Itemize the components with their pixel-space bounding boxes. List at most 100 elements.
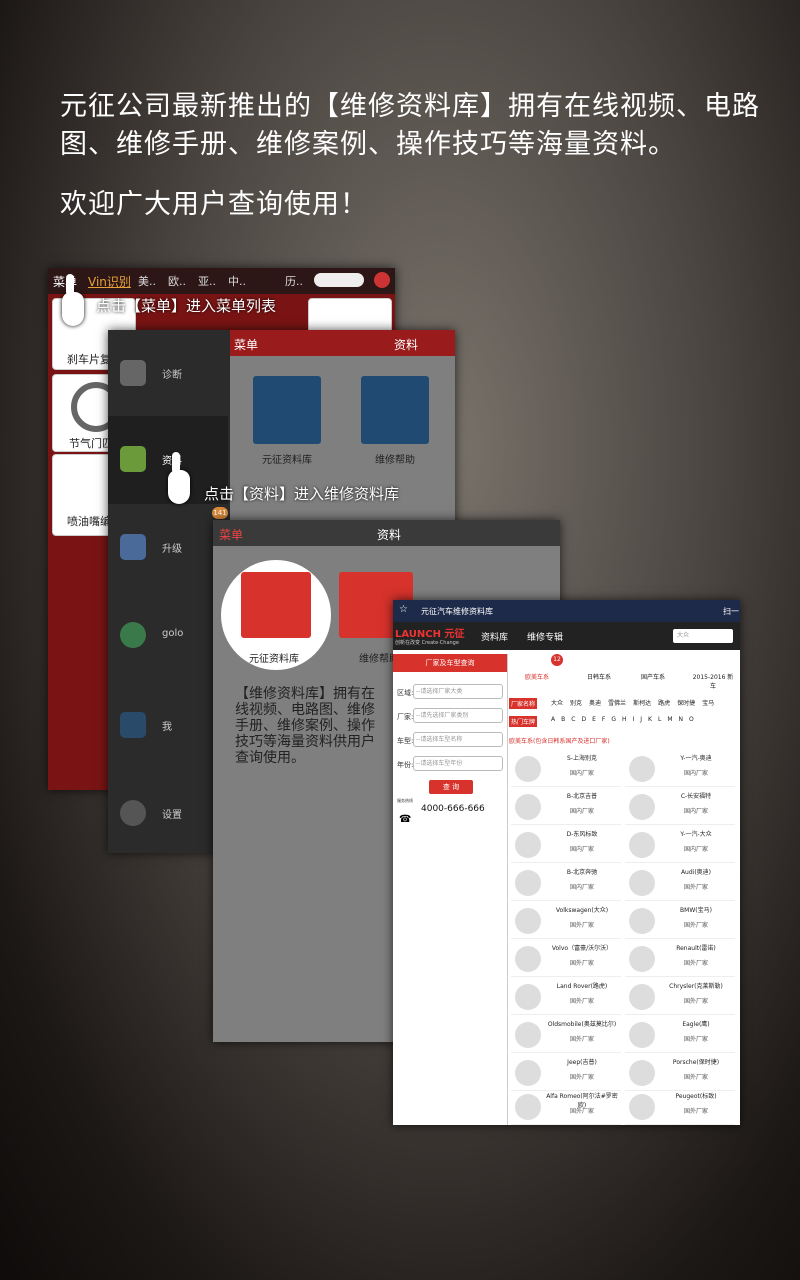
letter-link[interactable]: D (581, 716, 586, 723)
brand-item[interactable]: S-上海别克 国内厂家 (511, 750, 621, 787)
brand-logo-icon (515, 794, 541, 820)
letter-link[interactable]: O (689, 716, 694, 723)
tab-europe[interactable]: 欧.. (168, 273, 186, 289)
cat-jpkr[interactable]: 日韩车系 (587, 672, 611, 681)
brand-item[interactable]: D-东风标致 国内厂家 (511, 826, 621, 863)
cat-domestic[interactable]: 国产车系 (641, 672, 665, 681)
tab-china[interactable]: 中.. (228, 273, 246, 289)
letter-link[interactable]: N (679, 716, 684, 723)
brand-item[interactable]: Y-一汽-大众 国内厂家 (625, 826, 735, 863)
maker-link[interactable]: 雪佛兰 (608, 698, 626, 707)
star-icon[interactable]: ☆ (399, 604, 408, 615)
brand-item[interactable]: Volkswagen(大众) 国外厂家 (511, 902, 621, 939)
brand-item[interactable]: Chrysler(克莱斯勒) 国外厂家 (625, 978, 735, 1015)
letter-link[interactable]: I (632, 716, 634, 723)
letter-link[interactable]: M (667, 716, 672, 723)
brand-item[interactable]: Porsche(保时捷) 国外厂家 (625, 1054, 735, 1091)
brand-logo-icon (515, 756, 541, 782)
letter-link[interactable]: G (611, 716, 616, 723)
help-icon[interactable] (361, 376, 429, 444)
maker-link[interactable]: 别克 (570, 698, 582, 707)
brand-item[interactable]: Y-一汽-奥迪 国内厂家 (625, 750, 735, 787)
brand-logo-icon (629, 908, 655, 934)
menu-button[interactable]: 菜单 (219, 526, 243, 543)
logo-icon (374, 272, 390, 288)
letter-link[interactable]: K (648, 716, 652, 723)
site-slogan: 创新在改变 Create·Change (395, 640, 459, 646)
brand-logo-icon (629, 984, 655, 1010)
brand-logo-icon (515, 1060, 541, 1086)
brand-item[interactable]: C-长安福特 国内厂家 (625, 788, 735, 825)
brand-item[interactable]: Audi(奥迪) 国外厂家 (625, 864, 735, 901)
model-select[interactable]: --请选择车型名称 (413, 732, 503, 747)
tab-title[interactable]: 元征汽车维修资料库 (421, 606, 493, 617)
letter-index: A B C D E F G H I J K L M N O (551, 716, 740, 723)
maker-link[interactable]: 路虎 (658, 698, 670, 707)
tab-america[interactable]: 美.. (138, 273, 156, 289)
nav-database[interactable]: 资料库 (481, 630, 508, 643)
menu-item-golo[interactable]: golo (108, 592, 228, 680)
nav-album[interactable]: 维修专辑 (527, 630, 563, 643)
page-title: 资料 (394, 338, 419, 352)
cat-new[interactable]: 2015-2016 新车 (691, 672, 735, 690)
brand-item[interactable]: Eagle(鹰) 国外厂家 (625, 1016, 735, 1053)
brand-logo-icon (629, 1094, 655, 1120)
brand-logo-icon (629, 832, 655, 858)
brand-logo-icon (629, 794, 655, 820)
launch-database-icon[interactable] (253, 376, 321, 444)
maker-label: 厂家名称 (509, 698, 538, 709)
tab-vin[interactable]: Vin识别 (88, 273, 131, 290)
brand-item[interactable]: Oldsmobile(奥兹莫比尔) 国外厂家 (511, 1016, 621, 1053)
search-input[interactable] (314, 273, 364, 287)
menu-button[interactable]: 菜单 (234, 336, 258, 353)
brand-item[interactable]: Renault(雷诺) 国外厂家 (625, 940, 735, 977)
letter-link[interactable]: E (592, 716, 596, 723)
brand-item[interactable]: B-北京奔驰 国内厂家 (511, 864, 621, 901)
letter-link[interactable]: B (561, 716, 565, 723)
menu-item-upgrade[interactable]: 升级 (108, 504, 228, 592)
icon-label-database: 元征资料库 (249, 654, 299, 665)
menu-item-settings[interactable]: 设置 (108, 770, 228, 853)
brand-logo-icon (515, 908, 541, 934)
brand-item[interactable]: Volvo（富豪/沃尔沃） 国外厂家 (511, 940, 621, 977)
brand-item[interactable]: B-北京吉普 国内厂家 (511, 788, 621, 825)
scan-button[interactable]: 扫一 (723, 606, 739, 617)
letter-link[interactable]: J (640, 716, 642, 723)
maker-select[interactable]: --请先选择厂家类别 (413, 708, 503, 723)
maker-link[interactable]: 大众 (551, 698, 563, 707)
letter-link[interactable]: A (551, 716, 555, 723)
section-title: 欧美车系(包含日韩系国产及进口厂家) (509, 738, 610, 745)
launch-database-icon[interactable] (241, 572, 311, 638)
field-maker: 厂家: --请先选择厂家类别 (397, 708, 503, 723)
brand-item[interactable]: Jeep(吉普) 国外厂家 (511, 1054, 621, 1091)
brand-logo-icon (515, 832, 541, 858)
year-select[interactable]: --请选择车型年份 (413, 756, 503, 771)
tab-history[interactable]: 历.. (285, 273, 303, 289)
cat-euro[interactable]: 欧美车系 (525, 672, 549, 681)
region-select[interactable]: --请选择厂家大类 (413, 684, 503, 699)
query-button[interactable]: 查 询 (429, 780, 473, 794)
maker-link[interactable]: 宝马 (702, 698, 714, 707)
letter-link[interactable]: L (658, 716, 661, 723)
maker-link[interactable]: 保时捷 (677, 698, 695, 707)
brand-item[interactable]: Peugeot(标致) 国外厂家 (625, 1088, 735, 1125)
maker-link[interactable]: 奥迪 (589, 698, 601, 707)
icon-label-database: 元征资料库 (262, 455, 312, 466)
brand-logo-icon (515, 870, 541, 896)
menu-item-diagnose[interactable]: 诊断 (108, 330, 228, 418)
letter-link[interactable]: H (622, 716, 627, 723)
site-search-input[interactable]: 大众 (673, 629, 733, 643)
brand-logo-icon (515, 946, 541, 972)
brand-item[interactable]: Land Rover(路虎) 国外厂家 (511, 978, 621, 1015)
brand-item[interactable]: BMW(宝马) 国外厂家 (625, 902, 735, 939)
menu-item-me[interactable]: 我 (108, 682, 228, 770)
page-title: 资料 (377, 528, 402, 542)
brand-logo-icon (515, 1094, 541, 1120)
tab-asia[interactable]: 亚.. (198, 273, 216, 289)
maker-link[interactable]: 斯柯达 (633, 698, 651, 707)
letter-link[interactable]: C (571, 716, 575, 723)
letter-link[interactable]: F (602, 716, 605, 723)
brand-item[interactable]: Alfa Romeo(阿尔法#罗密欧) 国外厂家 (511, 1088, 621, 1125)
query-panel: 厂家及车型查询 区域: --请选择厂家大类 厂家: --请先选择厂家类别 车型: --… (393, 654, 508, 1125)
top-tabbar: 菜单 Vin识别 美.. 欧.. 亚.. 中.. 历.. (48, 268, 395, 294)
